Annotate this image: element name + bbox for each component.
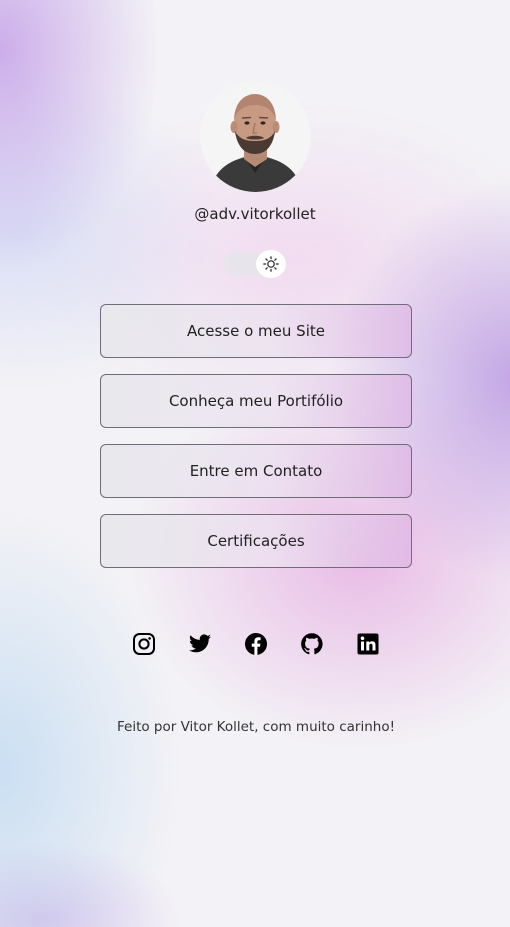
facebook-icon[interactable] <box>244 632 268 656</box>
footer-credit: Feito por Vitor Kollet, com muito carinh… <box>116 719 395 735</box>
toggle-knob[interactable] <box>256 250 286 278</box>
linkedin-icon[interactable] <box>356 632 380 656</box>
profile-photo <box>200 81 311 192</box>
certifications-link-button[interactable]: Certificações <box>100 514 412 568</box>
twitter-icon[interactable] <box>188 632 212 656</box>
contact-link-button[interactable]: Entre em Contato <box>100 444 412 498</box>
link-list: Acesse o meu Site Conheça meu Portifólio… <box>100 304 412 584</box>
portfolio-link-button[interactable]: Conheça meu Portifólio <box>100 374 412 428</box>
avatar <box>200 81 311 192</box>
social-links <box>132 632 380 656</box>
profile-handle: @adv.vitorkollet <box>194 205 316 223</box>
instagram-icon[interactable] <box>132 632 156 656</box>
theme-toggle[interactable] <box>224 250 288 278</box>
site-link-button[interactable]: Acesse o meu Site <box>100 304 412 358</box>
github-icon[interactable] <box>300 632 324 656</box>
sun-icon <box>263 256 279 272</box>
